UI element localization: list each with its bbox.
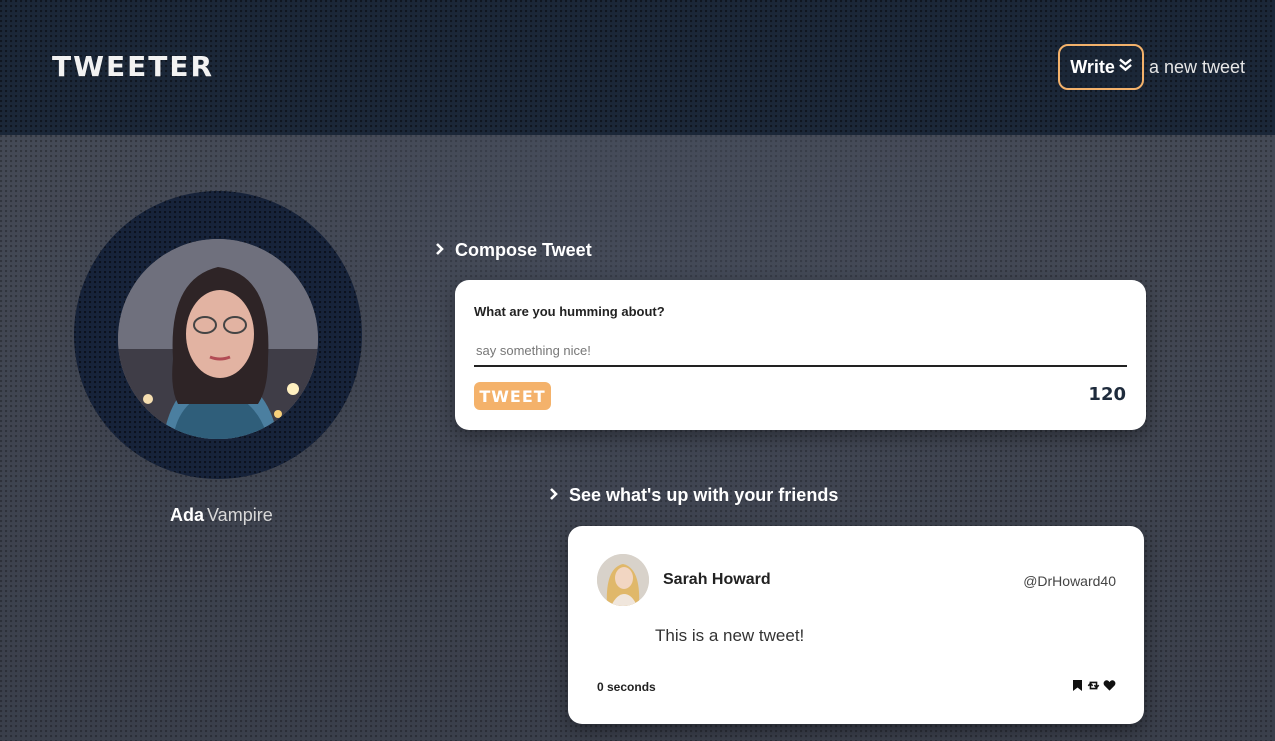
tweet-submit-button[interactable]: TWEET: [474, 382, 551, 410]
chevron-right-icon: [435, 240, 445, 261]
tweet-input[interactable]: [474, 335, 1127, 367]
feed-heading-label: See what's up with your friends: [569, 485, 839, 505]
profile-avatar: [118, 239, 318, 439]
retweet-icon[interactable]: [1087, 679, 1100, 692]
compose-heading-label: Compose Tweet: [455, 240, 592, 260]
tweet-author-name: Sarah Howard: [663, 571, 771, 588]
double-chevron-down-icon: [1119, 57, 1132, 78]
profile-name: Ada Vampire: [170, 505, 273, 526]
brand-logo[interactable]: TWEETER: [52, 50, 214, 83]
tweet-actions: [1071, 679, 1116, 692]
write-new-tweet-button[interactable]: Write: [1058, 44, 1144, 90]
flag-icon[interactable]: [1071, 679, 1084, 692]
feed-section-heading[interactable]: See what's up with your friends: [549, 485, 838, 506]
write-button-label: Write: [1070, 56, 1115, 77]
tweet-author-handle: @DrHoward40: [1023, 573, 1116, 589]
compose-section-heading[interactable]: Compose Tweet: [435, 240, 592, 261]
tweet-body: This is a new tweet!: [655, 626, 805, 645]
top-navbar: TWEETER Write a new tweet: [0, 0, 1275, 135]
character-counter: 120: [1088, 384, 1126, 405]
profile-avatar-ring: [74, 191, 362, 479]
chevron-right-icon: [549, 485, 559, 506]
tweet-card: Sarah Howard @DrHoward40 This is a new t…: [568, 526, 1144, 724]
write-toggle-group: Write a new tweet: [1058, 44, 1245, 90]
compose-prompt-label: What are you humming about?: [474, 304, 665, 319]
write-tail-text: a new tweet: [1148, 56, 1245, 77]
tweet-author-avatar: [597, 554, 649, 606]
tweet-timestamp: 0 seconds: [597, 680, 656, 694]
heart-icon[interactable]: [1103, 679, 1116, 692]
profile-last-name: Vampire: [207, 505, 273, 525]
compose-card: What are you humming about? TWEET 120: [455, 280, 1146, 430]
profile-first-name: Ada: [170, 505, 205, 525]
